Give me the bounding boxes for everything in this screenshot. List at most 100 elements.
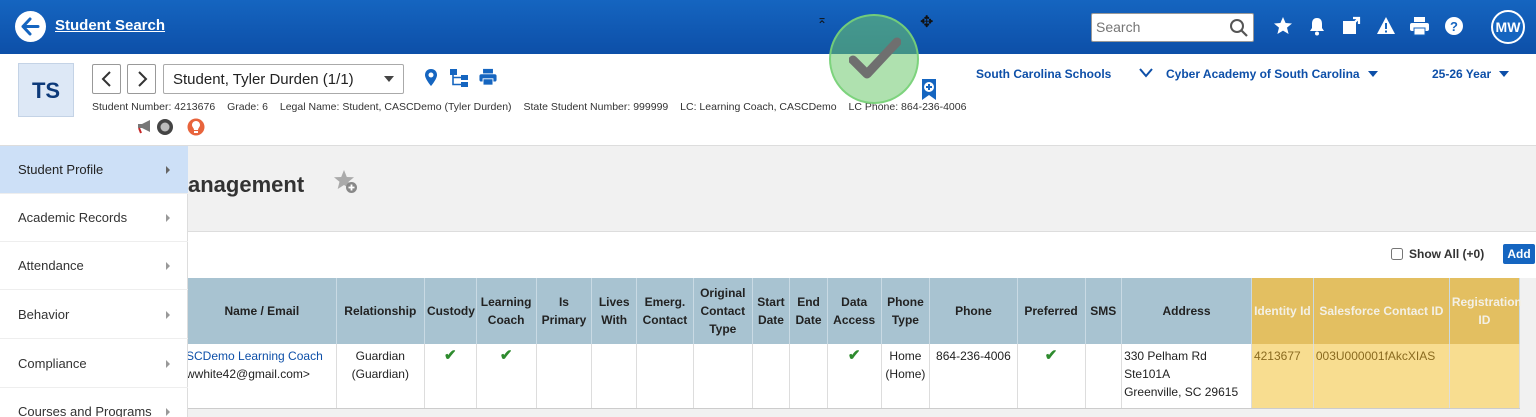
student-number: Student Number: 4213676 <box>92 101 216 113</box>
cell-custody: ✔ <box>424 344 477 409</box>
favorite-star-add-icon[interactable] <box>333 169 359 195</box>
col-learning-coach[interactable]: Learning Coach <box>476 278 537 344</box>
collapse-icon[interactable]: ⌅ <box>817 12 827 26</box>
address-line-3: Greenville, SC 29615 <box>1124 385 1239 399</box>
show-all-label: Show All (+0) <box>1409 247 1485 261</box>
school-selector-value: Cyber Academy of South Carolina <box>1166 67 1360 81</box>
legal-name: Legal Name: Student, CASCDemo (Tyler Dur… <box>279 101 512 113</box>
table-row[interactable]: SCDemo Learning Coach wwhite42@gmail.com… <box>188 344 1521 409</box>
sidebar-item-attendance[interactable]: Attendance <box>0 242 188 290</box>
col-address[interactable]: Address <box>1121 278 1252 344</box>
page-title: anagement <box>188 172 305 197</box>
contact-email: wwhite42@gmail.com> <box>188 367 310 381</box>
col-end-date[interactable]: End Date <box>789 278 828 344</box>
address-line-1: 330 Pelham Rd <box>1124 349 1207 363</box>
sidebar-menu: Student Profile Academic Records Attenda… <box>0 146 188 417</box>
back-arrow-icon[interactable] <box>15 11 46 42</box>
alert-icon[interactable] <box>1376 16 1396 36</box>
chevron-right-icon <box>166 262 170 270</box>
location-pin-icon[interactable] <box>423 68 439 88</box>
student-search-link[interactable]: Student Search <box>55 17 165 34</box>
data-access-check-icon: ✔ <box>847 347 861 364</box>
previous-student-button[interactable] <box>92 64 121 94</box>
col-original-contact-type[interactable]: Original Contact Type <box>693 278 753 344</box>
student-info-line: Student Number: 4213676 Grade: 6 Legal N… <box>92 101 975 113</box>
year-selector[interactable]: 25-26 Year <box>1432 67 1510 81</box>
col-phone-type[interactable]: Phone Type <box>881 278 931 344</box>
cell-original-contact-type <box>693 344 753 409</box>
col-registration-id[interactable]: Registration ID <box>1449 278 1522 344</box>
sidebar-item-student-profile[interactable]: Student Profile <box>0 146 188 194</box>
cell-emerg-contact <box>636 344 694 409</box>
badge-icon[interactable] <box>156 118 174 136</box>
cell-relationship: Guardian (Guardian) <box>336 344 425 409</box>
pin-add-icon[interactable] <box>919 78 939 102</box>
chevron-right-icon <box>166 214 170 222</box>
megaphone-icon[interactable] <box>136 118 154 134</box>
col-phone[interactable]: Phone <box>929 278 1018 344</box>
col-identity-id[interactable]: Identity Id <box>1251 278 1314 344</box>
search-icon[interactable] <box>1229 18 1249 38</box>
print-icon[interactable] <box>1409 16 1430 36</box>
cell-is-primary <box>536 344 593 409</box>
star-icon[interactable] <box>1273 16 1293 36</box>
cell-registration-id <box>1449 344 1521 409</box>
sidebar-item-behavior[interactable]: Behavior <box>0 291 188 339</box>
sidebar-item-compliance[interactable]: Compliance <box>0 340 188 388</box>
show-all-checkbox[interactable] <box>1391 248 1403 260</box>
school-selector[interactable]: Cyber Academy of South Carolina <box>1166 67 1378 81</box>
caret-down-icon <box>1499 71 1510 77</box>
show-all-toggle[interactable]: Show All (+0) <box>1391 247 1484 261</box>
col-name-email[interactable]: Name / Email <box>188 278 337 344</box>
cell-lives-with <box>591 344 638 409</box>
print-student-icon[interactable] <box>478 68 498 86</box>
cell-salesforce-contact-id: 003U000001fAkcXIAS <box>1313 344 1450 409</box>
col-sms[interactable]: SMS <box>1085 278 1123 344</box>
add-button[interactable]: Add <box>1503 244 1535 264</box>
share-icon[interactable] <box>1341 16 1361 36</box>
bell-icon[interactable] <box>1308 16 1326 36</box>
cell-start-date <box>752 344 791 409</box>
col-lives-with[interactable]: Lives With <box>591 278 638 344</box>
col-custody[interactable]: Custody <box>424 278 477 344</box>
col-is-primary[interactable]: Is Primary <box>536 278 593 344</box>
sidebar-item-academic-records[interactable]: Academic Records <box>0 194 188 242</box>
chevron-down-icon[interactable] <box>1139 68 1153 78</box>
state-student-number: State Student Number: 999999 <box>523 101 669 113</box>
check-badge-icon <box>829 14 919 104</box>
col-salesforce-contact-id[interactable]: Salesforce Contact ID <box>1313 278 1450 344</box>
move-icon[interactable]: ✥ <box>920 12 933 32</box>
hierarchy-icon[interactable] <box>449 68 469 88</box>
cell-data-access: ✔ <box>827 344 882 409</box>
help-icon[interactable]: ? <box>1444 16 1464 36</box>
learning-coach-check-icon: ✔ <box>499 347 513 364</box>
col-relationship[interactable]: Relationship <box>336 278 425 344</box>
sidebar-item-label: Behavior <box>18 307 70 322</box>
chevron-left-icon <box>101 71 111 87</box>
cell-preferred: ✔ <box>1017 344 1086 409</box>
col-emerg-contact[interactable]: Emerg. Contact <box>636 278 694 344</box>
col-preferred[interactable]: Preferred <box>1017 278 1086 344</box>
search-box[interactable] <box>1091 13 1254 42</box>
cell-sms <box>1085 344 1123 409</box>
sidebar-item-label: Attendance <box>18 258 84 273</box>
lightbulb-icon[interactable] <box>187 118 205 136</box>
chevron-right-icon <box>166 360 170 368</box>
learning-coach: LC: Learning Coach, CASCDemo <box>680 101 837 113</box>
col-start-date[interactable]: Start Date <box>752 278 791 344</box>
contact-name-link[interactable]: SCDemo Learning Coach <box>188 347 334 365</box>
cell-learning-coach: ✔ <box>476 344 537 409</box>
address-line-2: Ste101A <box>1124 367 1171 381</box>
chevron-right-icon <box>166 166 170 174</box>
sidebar-item-courses-and-programs[interactable]: Courses and Programs <box>0 388 188 417</box>
district-selector[interactable]: South Carolina Schools <box>976 67 1111 81</box>
search-input[interactable] <box>1096 19 1224 35</box>
user-avatar[interactable]: MW <box>1491 10 1525 44</box>
cell-end-date <box>789 344 828 409</box>
custody-check-icon: ✔ <box>444 347 457 364</box>
col-data-access[interactable]: Data Access <box>827 278 882 344</box>
contacts-table: Name / Email Relationship Custody Learni… <box>188 278 1522 409</box>
student-selector[interactable]: Student, Tyler Durden (1/1) <box>163 64 404 94</box>
cell-phone-type: Home (Home) <box>881 344 931 409</box>
next-student-button[interactable] <box>127 64 156 94</box>
